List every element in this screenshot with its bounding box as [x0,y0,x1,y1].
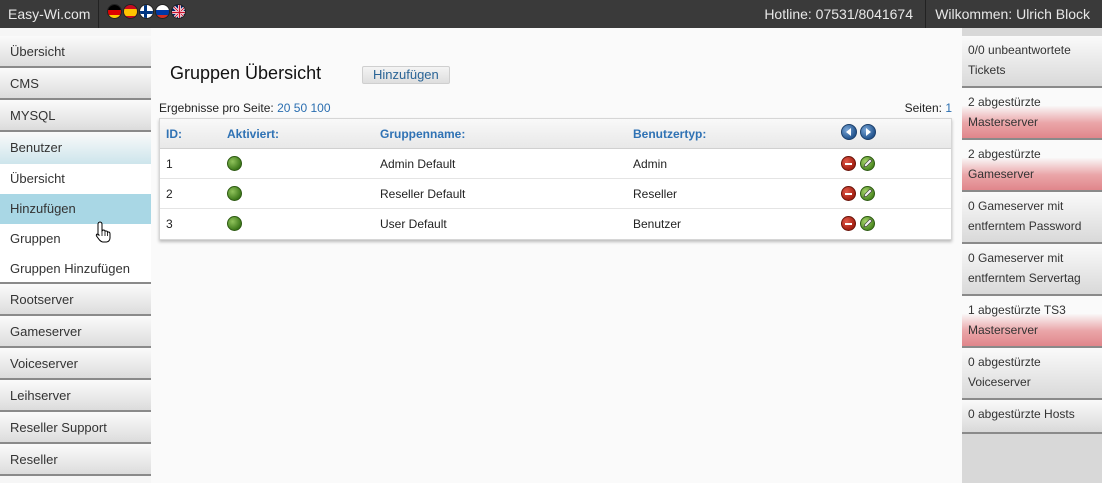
sidebar-subitem-hinzufuegen[interactable]: Hinzufügen [0,194,151,224]
table-row: 2 Reseller Default Reseller [160,179,951,209]
cell-benutzertyp: Reseller [633,187,678,201]
perpage-label: Ergebnisse pro Seite: [159,101,274,115]
active-status-icon [227,216,242,231]
alert-tickets[interactable]: 0/0 unbeantwortete Tickets [962,36,1102,88]
delete-icon[interactable] [841,216,856,231]
sidebar-item-uebersicht[interactable]: Übersicht [0,36,151,68]
sidebar-submenu-benutzer: Übersicht Hinzufügen Gruppen Gruppen Hin… [0,164,151,284]
top-bar: Easy-Wi.com Hotline: 07531/8041674 Wilko… [0,0,1102,28]
flag-ru-icon[interactable] [155,4,170,19]
active-status-icon [227,186,242,201]
sidebar-subitem-gruppen[interactable]: Gruppen [0,224,151,254]
cell-id: 1 [166,157,173,171]
sidebar-item-mysql[interactable]: MYSQL [0,100,151,132]
hand-cursor-icon [95,221,113,243]
sidebar-subitem-gruppen-hinzufuegen[interactable]: Gruppen Hinzufügen [0,254,151,284]
perpage-50-link[interactable]: 50 [294,101,307,115]
sidebar-item-gameserver[interactable]: Gameserver [0,316,151,348]
hotline-text: Hotline: 07531/8041674 [752,0,926,28]
edit-icon[interactable] [860,216,875,231]
groups-table: ID: Aktiviert: Gruppenname: Benutzertyp:… [159,118,952,240]
page-title: Gruppen Übersicht [170,63,322,83]
sidebar-item-leihserver[interactable]: Leihserver [0,380,151,412]
brand-logo[interactable]: Easy-Wi.com [0,0,100,28]
active-status-icon [227,156,242,171]
alert-gameserver-password[interactable]: 0 Gameserver mit entferntem Password [962,192,1102,244]
perpage-20-link[interactable]: 20 [277,101,290,115]
header-id[interactable]: ID: [166,127,182,141]
delete-icon[interactable] [841,156,856,171]
edit-icon[interactable] [860,186,875,201]
welcome-user[interactable]: Wilkommen: Ulrich Block [923,0,1102,28]
main-content: Gruppen Übersicht Hinzufügen Ergebnisse … [151,28,962,483]
next-page-icon[interactable] [860,124,876,140]
alert-voiceserver[interactable]: 0 abgestürzte Voiceserver [962,348,1102,400]
alert-masterserver[interactable]: 2 abgestürzte Masterserver [962,88,1102,140]
flag-fi-icon[interactable] [139,4,154,19]
page-1-link[interactable]: 1 [945,101,952,115]
header-aktiviert[interactable]: Aktiviert: [227,127,279,141]
cell-gruppenname: Admin Default [380,157,456,171]
status-sidebar: 0/0 unbeantwortete Tickets 2 abgestürzte… [962,28,1102,483]
table-header: ID: Aktiviert: Gruppenname: Benutzertyp: [160,119,951,149]
cell-gruppenname: User Default [380,217,447,231]
delete-icon[interactable] [841,186,856,201]
alert-ts3-masterserver[interactable]: 1 abgestürzte TS3 Masterserver [962,296,1102,348]
perpage-100-link[interactable]: 100 [310,101,330,115]
previous-page-icon[interactable] [841,124,857,140]
flag-es-icon[interactable] [123,4,138,19]
cell-id: 2 [166,187,173,201]
table-row: 3 User Default Benutzer [160,209,951,239]
sidebar-nav: Übersicht CMS MYSQL Benutzer Übersicht H… [0,36,151,476]
flag-de-icon[interactable] [107,4,122,19]
language-flags [107,4,186,24]
sidebar-item-reseller-support[interactable]: Reseller Support [0,412,151,444]
sidebar-item-cms[interactable]: CMS [0,68,151,100]
alert-gameserver-servertag[interactable]: 0 Gameserver mit entferntem Servertag [962,244,1102,296]
sidebar-item-rootserver[interactable]: Rootserver [0,284,151,316]
header-benutzertyp[interactable]: Benutzertyp: [633,127,706,141]
cell-gruppenname: Reseller Default [380,187,466,201]
results-per-page: Ergebnisse pro Seite: 20 50 100 [159,101,331,115]
cell-id: 3 [166,217,173,231]
header-gruppenname[interactable]: Gruppenname: [380,127,465,141]
pagination: Seiten: 1 [905,101,952,115]
sidebar-item-benutzer[interactable]: Benutzer [0,132,151,164]
sidebar-item-reseller[interactable]: Reseller [0,444,151,476]
sidebar-subitem-uebersicht[interactable]: Übersicht [0,164,151,194]
alert-gameserver[interactable]: 2 abgestürzte Gameserver [962,140,1102,192]
pages-label: Seiten: [904,101,942,115]
edit-icon[interactable] [860,156,875,171]
flag-uk-icon[interactable] [171,4,186,19]
table-row: 1 Admin Default Admin [160,149,951,179]
alert-hosts[interactable]: 0 abgestürzte Hosts [962,400,1102,434]
sidebar-item-voiceserver[interactable]: Voiceserver [0,348,151,380]
add-group-button[interactable]: Hinzufügen [362,66,450,84]
cell-benutzertyp: Benutzer [633,217,682,231]
cell-benutzertyp: Admin [633,157,668,171]
